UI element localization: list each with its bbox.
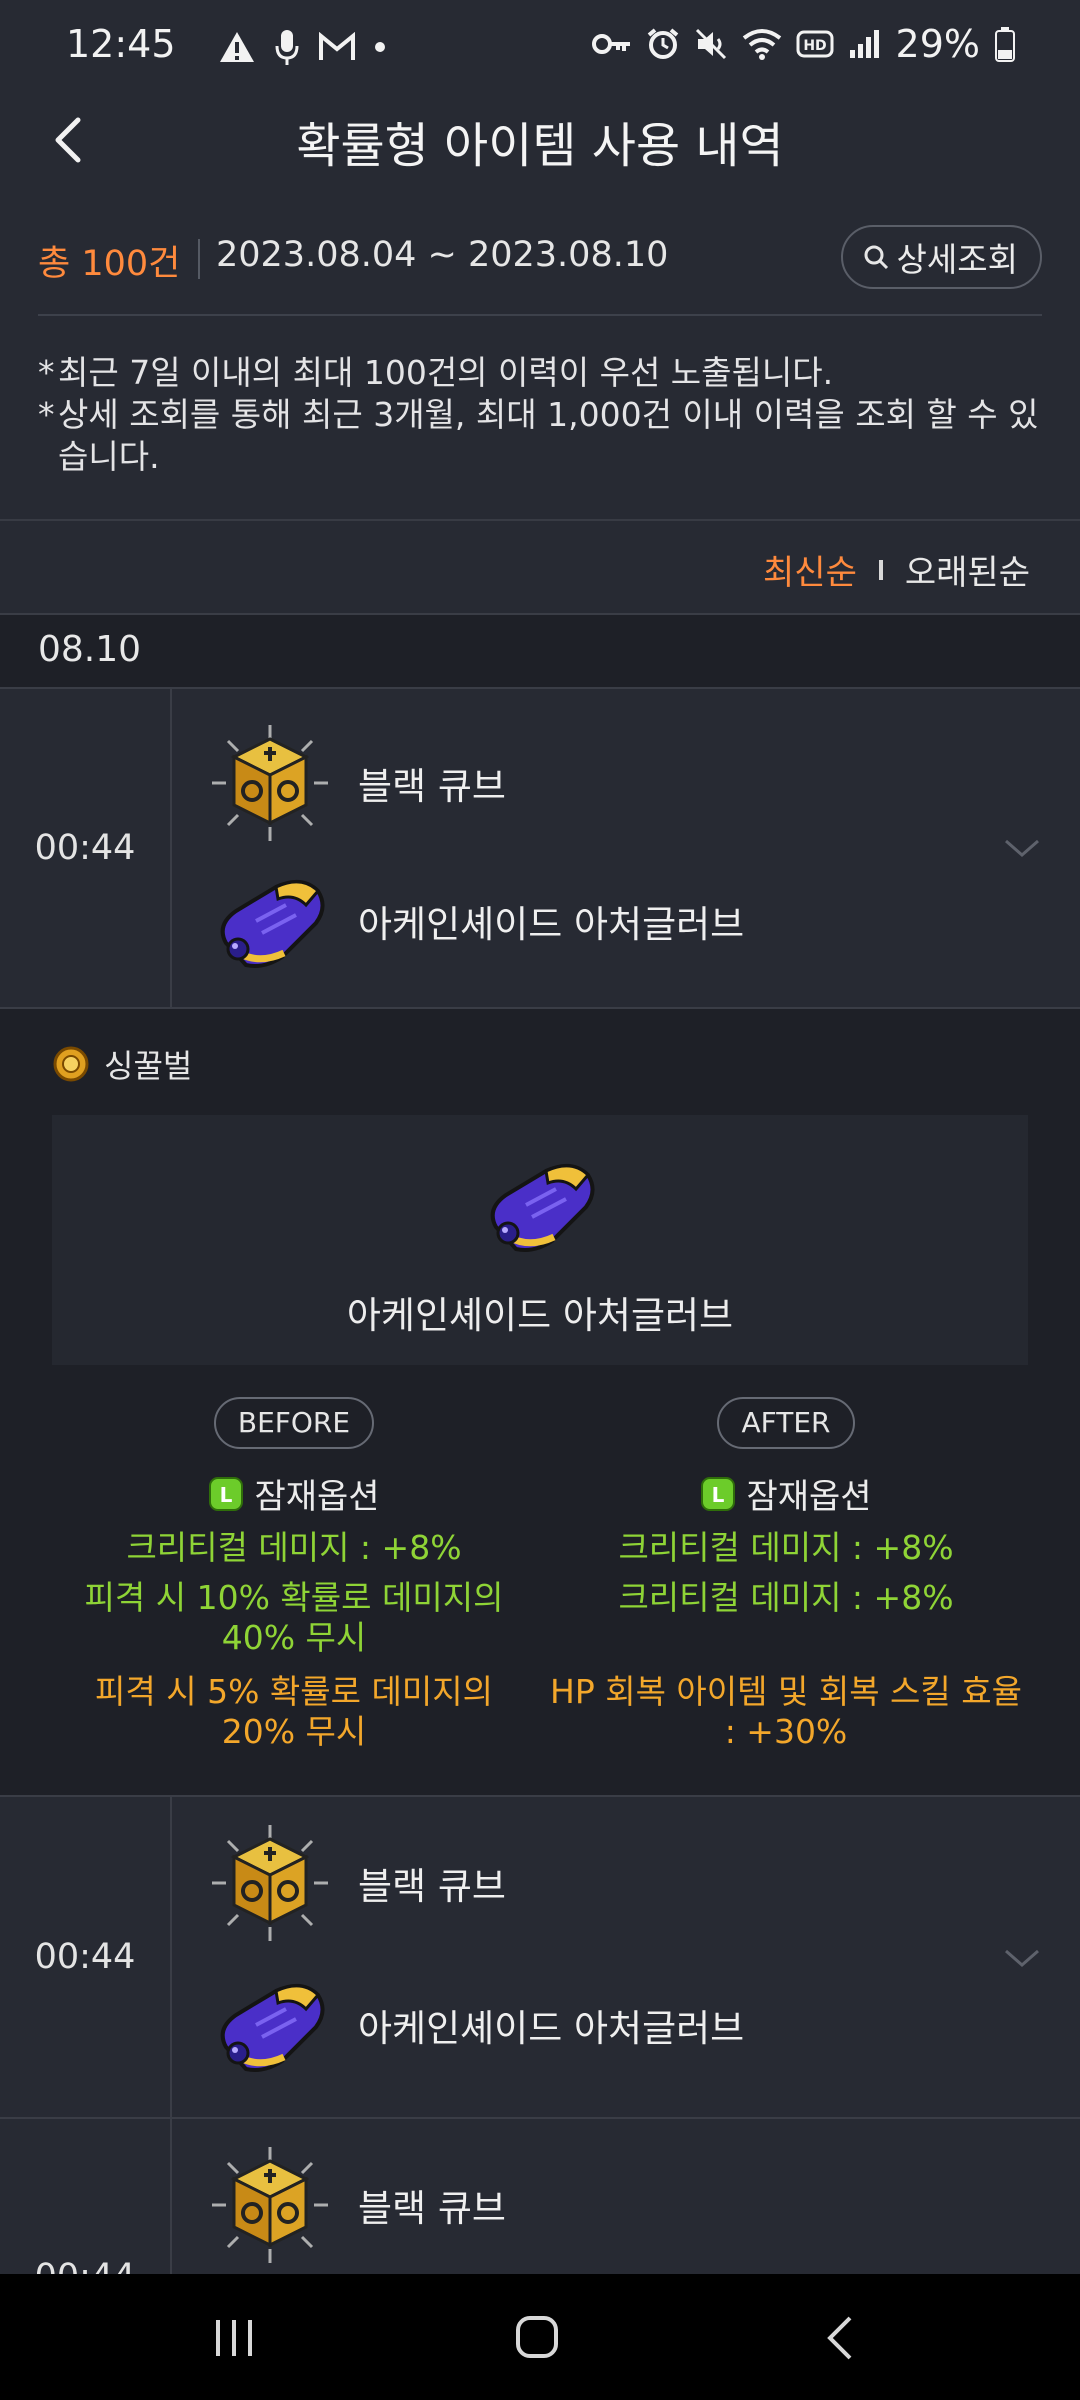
glove-icon <box>206 1969 334 2081</box>
option-line: 피격 시 10% 확률로 데미지의 40% 무시 <box>84 1578 504 1657</box>
back-nav-icon[interactable] <box>822 2314 858 2362</box>
detail-search-button[interactable]: 상세조회 <box>840 225 1042 289</box>
date-range: 2023.08.04 ~ 2023.08.10 <box>216 235 669 275</box>
record-item: 아케인셰이드 아처글러브 <box>206 865 744 977</box>
notification-icons <box>218 28 386 66</box>
before-badge: BEFORE <box>213 1397 375 1449</box>
record-row[interactable]: 00:44 블랙 큐브 아케인셰이드 아처글러브 <box>0 689 1080 1009</box>
app-header: 확률형 아이템 사용 내역 <box>0 96 1080 186</box>
svg-text:L: L <box>220 1483 233 1507</box>
record-time: 00:44 <box>0 689 172 1007</box>
black-cube-icon <box>210 1823 330 1943</box>
svg-text:HD: HD <box>803 38 826 54</box>
sort-oldest[interactable]: 오래된순 <box>905 545 1030 594</box>
mic-icon <box>275 30 299 65</box>
date-group-header: 08.10 <box>0 613 1080 689</box>
notice-item: * 상세 조회를 통해 최근 3개월, 최대 1,000건 이내 이력을 조회 할… <box>38 395 1039 476</box>
signal-icon <box>849 30 879 58</box>
date-label: 08.10 <box>38 629 142 670</box>
summary-row: 총 100건 2023.08.04 ~ 2023.08.10 상세조회 <box>38 225 1042 295</box>
sort-bar: 최신순 오래된순 <box>0 519 1080 613</box>
item-preview: 아케인셰이드 아처글러브 <box>52 1115 1028 1365</box>
legendary-grade-icon: L <box>209 1476 244 1511</box>
record-item: 아케인셰이드 아처글러브 <box>206 1969 744 2081</box>
warning-icon <box>220 32 254 62</box>
record-cube: 블랙 큐브 <box>206 2141 506 2269</box>
wifi-icon <box>742 29 781 60</box>
item-name: 아케인셰이드 아처글러브 <box>346 1294 734 1337</box>
item-name: 아케인셰이드 아처글러브 <box>358 2007 745 2050</box>
detail-search-label: 상세조회 <box>896 240 1018 279</box>
system-icons: HD 29% <box>591 22 1016 66</box>
battery-icon <box>995 27 1015 62</box>
option-line: 크리티컬 데미지 : +8% <box>126 1528 462 1567</box>
potential-header: L 잠재옵션 <box>44 1469 544 1518</box>
svg-text:L: L <box>712 1483 725 1507</box>
key-icon <box>591 34 630 54</box>
status-time: 12:45 <box>66 22 176 66</box>
divider <box>38 314 1042 316</box>
mute-icon <box>695 28 726 60</box>
black-cube-icon <box>210 2145 330 2265</box>
record-cube: 블랙 큐브 <box>206 719 506 847</box>
sort-newest[interactable]: 최신순 <box>763 545 857 594</box>
gmail-icon <box>319 32 355 60</box>
status-bar: 12:45 HD 29% <box>0 0 1080 96</box>
screen: { "status_bar": { "time": "12:45", "batt… <box>0 0 1080 2400</box>
search-icon <box>864 245 888 270</box>
option-line: HP 회복 아이템 및 회복 스킬 효율 : +30% <box>550 1672 1022 1751</box>
system-nav-bar <box>0 2274 1080 2400</box>
record-time: 00:44 <box>0 1797 172 2117</box>
record-cube: 블랙 큐브 <box>206 1819 506 1947</box>
home-icon[interactable] <box>514 2314 560 2360</box>
character-name: 싱꿀벌 <box>104 1047 193 1085</box>
cube-name: 블랙 큐브 <box>358 2187 506 2230</box>
record-row[interactable]: 00:44 블랙 큐브 아케인셰이드 아처글러브 <box>0 1797 1080 2119</box>
potential-header: L 잠재옵션 <box>536 1469 1036 1518</box>
option-line: 크리티컬 데미지 : +8% <box>618 1578 954 1617</box>
page-title: 확률형 아이템 사용 내역 <box>296 118 784 174</box>
cube-name: 블랙 큐브 <box>358 765 506 808</box>
notice-item: * 최근 7일 이내의 최대 100건의 이력이 우선 노출됩니다. <box>38 353 834 392</box>
hd-icon: HD <box>796 30 834 58</box>
battery-percent: 29% <box>895 22 980 66</box>
alarm-icon <box>647 28 678 59</box>
after-badge: AFTER <box>717 1397 855 1449</box>
cube-name: 블랙 큐브 <box>358 1865 506 1908</box>
total-count: 총 100건 <box>38 244 181 284</box>
character-info: 싱꿀벌 <box>52 1041 192 1087</box>
item-name: 아케인셰이드 아처글러브 <box>358 903 745 946</box>
notice-list: * 최근 7일 이내의 최대 100건의 이력이 우선 노출됩니다. * 상세 조회… <box>38 352 1048 478</box>
before-options: BEFORE L 잠재옵션 크리티컬 데미지 : +8% 피격 시 10% 확률… <box>44 1397 544 1752</box>
glove-icon <box>206 865 334 977</box>
divider <box>198 239 200 279</box>
dot-icon <box>375 42 385 52</box>
black-cube-icon <box>210 723 330 843</box>
glove-icon <box>476 1149 604 1261</box>
character-icon <box>53 1046 89 1082</box>
option-line: 피격 시 5% 확률로 데미지의 20% 무시 <box>95 1672 493 1751</box>
option-line: 크리티컬 데미지 : +8% <box>618 1528 954 1567</box>
record-detail-panel: 싱꿀벌 아케인셰이드 아처글러브 BEFORE L 잠재옵션 크리티컬 데미지 … <box>0 1009 1080 1797</box>
legendary-grade-icon: L <box>701 1476 736 1511</box>
divider <box>878 559 883 580</box>
chevron-down-icon[interactable] <box>1002 1943 1042 1973</box>
after-options: AFTER L 잠재옵션 크리티컬 데미지 : +8% 크리티컬 데미지 : +… <box>536 1397 1036 1752</box>
recent-apps-icon[interactable] <box>212 2316 258 2360</box>
chevron-down-icon[interactable] <box>1002 833 1042 863</box>
